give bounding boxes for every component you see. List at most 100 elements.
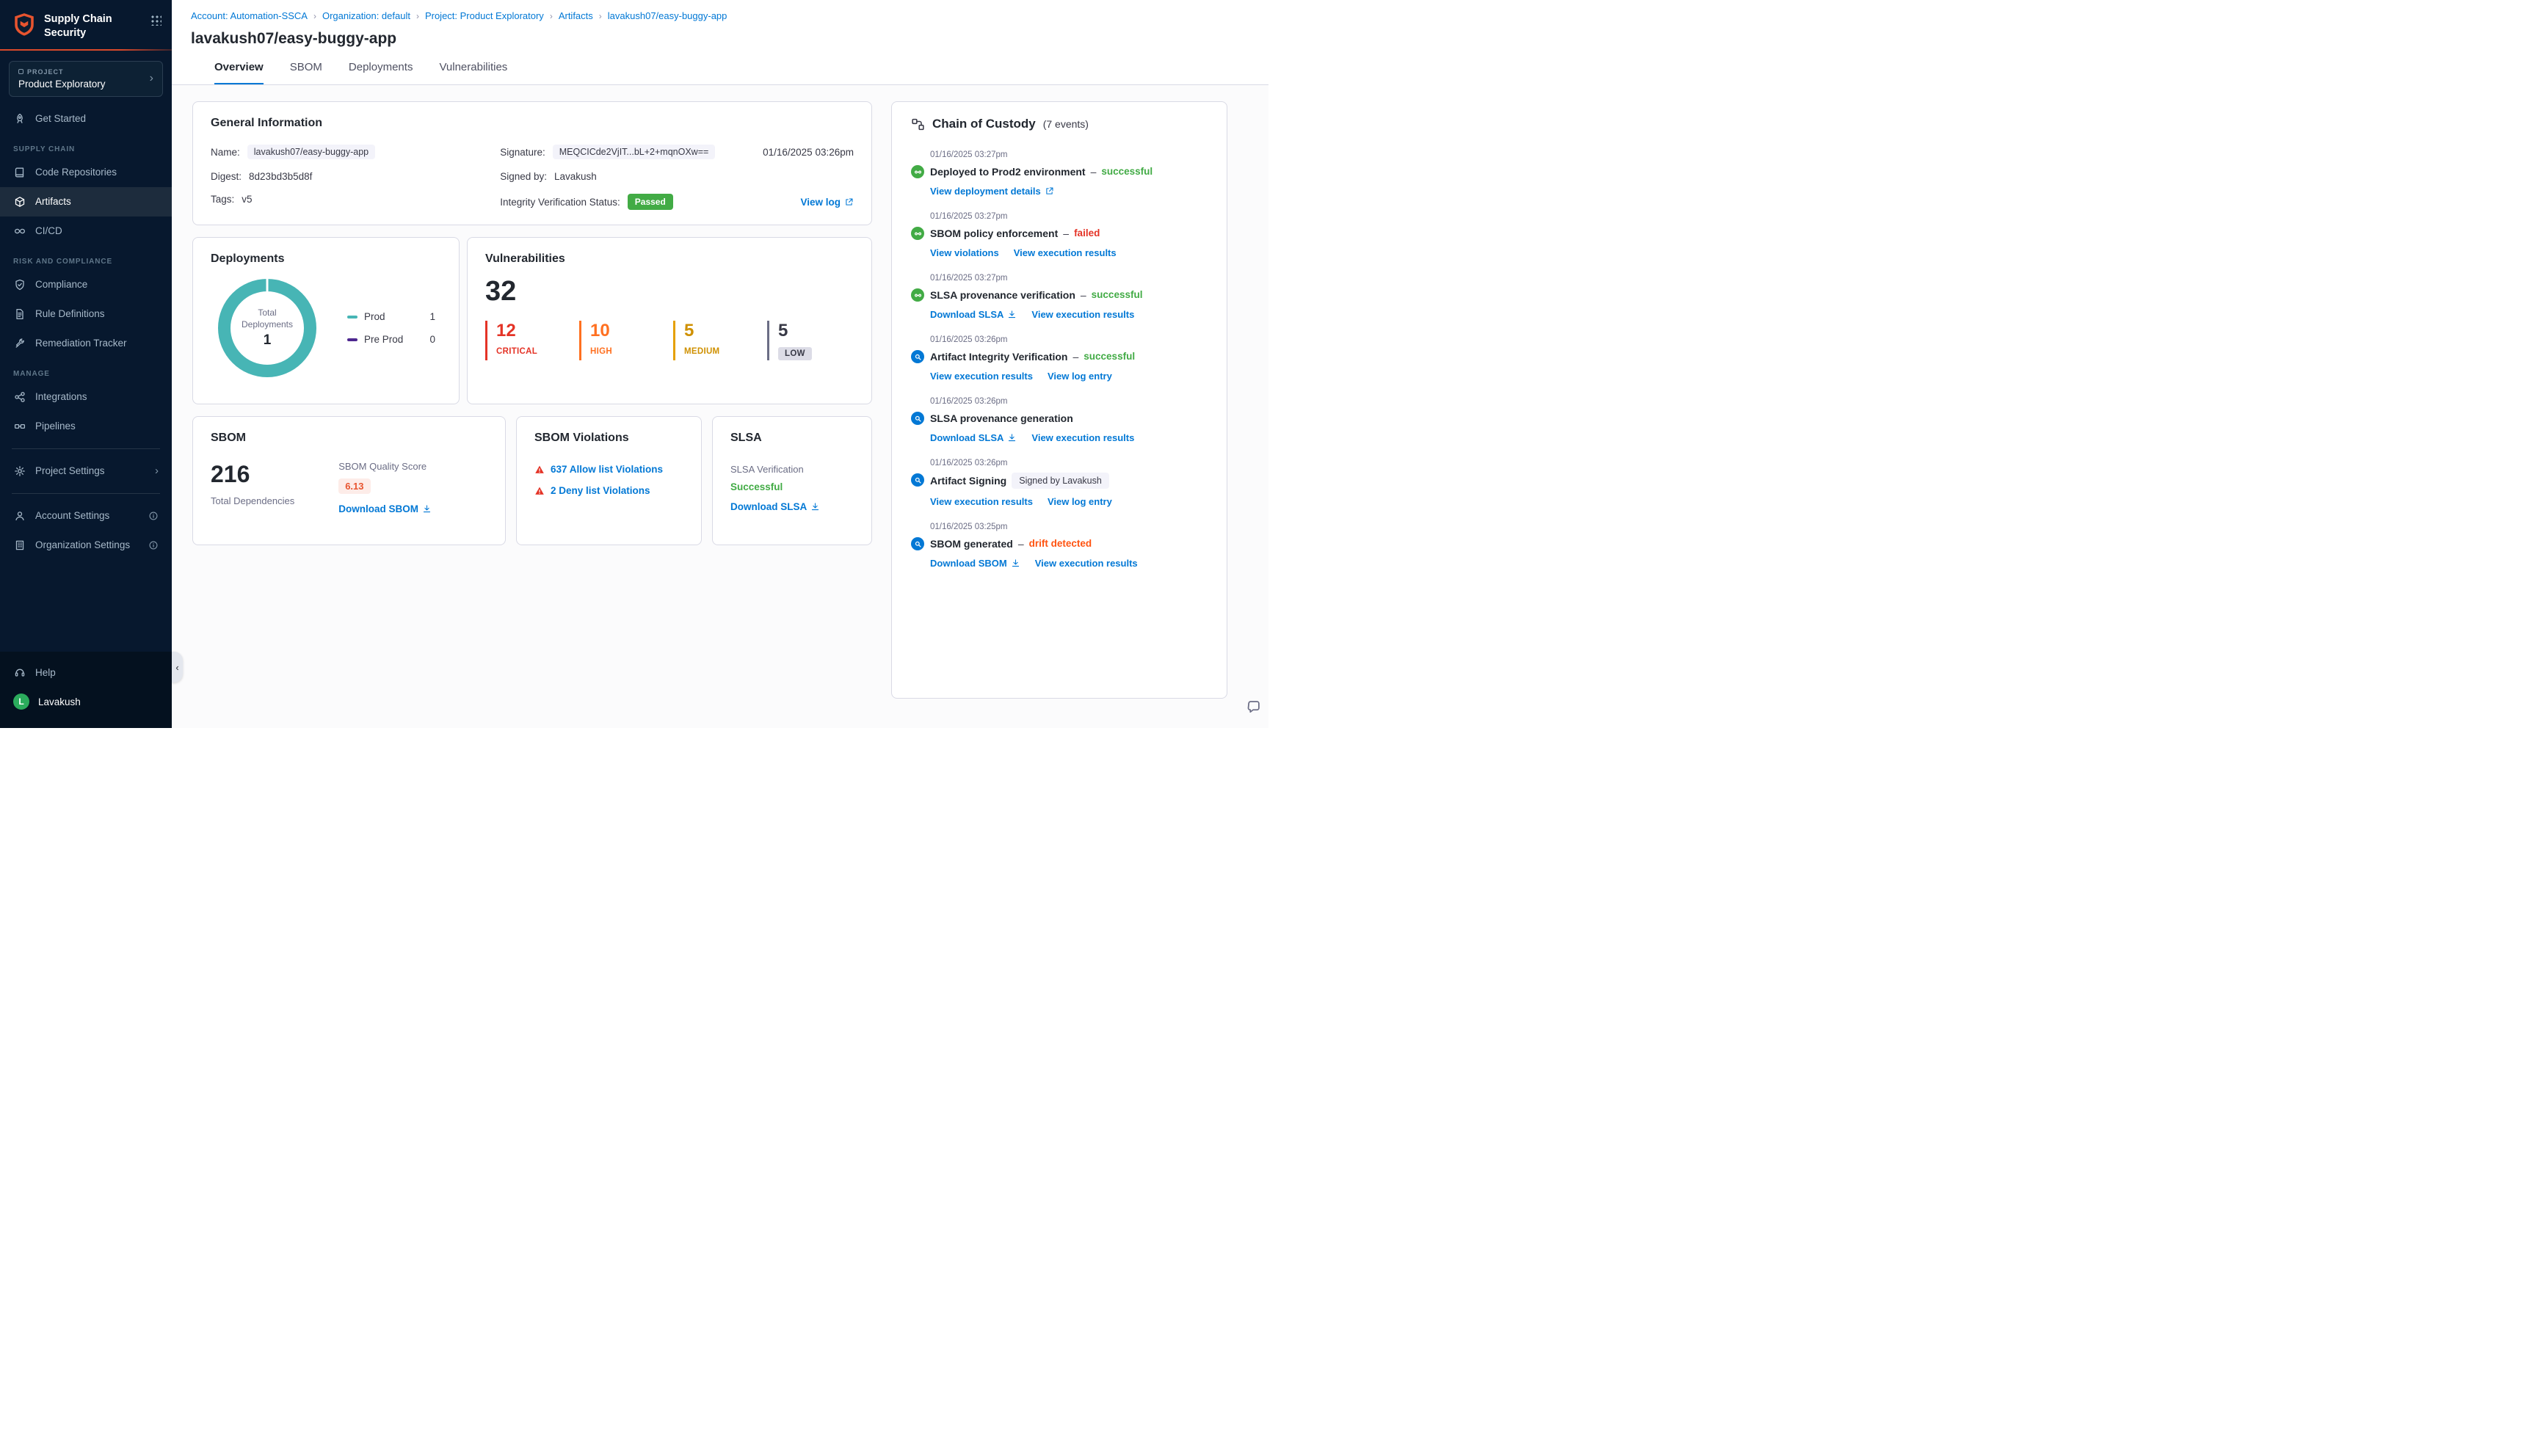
sidebar-item-compliance[interactable]: Compliance xyxy=(0,270,172,299)
sidebar-item-rule-definitions[interactable]: Rule Definitions xyxy=(0,299,172,329)
signature-value: MEQCICde2VjIT...bL+2+mqnOXw== xyxy=(552,145,716,159)
sidebar-item-label: Compliance xyxy=(35,279,88,291)
breadcrumb-organization[interactable]: Organization: default xyxy=(322,10,410,21)
view-execution-results-link[interactable]: View execution results xyxy=(1035,558,1138,569)
view-execution-results-link[interactable]: View execution results xyxy=(1031,432,1134,443)
pipeline-step-icon xyxy=(911,165,924,178)
chain-of-custody-icon xyxy=(911,117,925,131)
view-deployment-details-link[interactable]: View deployment details xyxy=(930,186,1054,197)
user-menu[interactable]: L Lavakush xyxy=(0,687,172,716)
sbom-violations-card: SBOM Violations 637 Allow list Violation… xyxy=(516,416,702,545)
breadcrumb-separator-icon: › xyxy=(415,10,419,21)
custody-event: 01/16/2025 03:26pm SLSA provenance gener… xyxy=(911,397,1208,443)
chevron-right-icon: › xyxy=(149,72,153,85)
event-timestamp: 01/16/2025 03:27pm xyxy=(930,274,1008,283)
allow-list-violations-link[interactable]: 637 Allow list Violations xyxy=(551,464,663,475)
info-icon xyxy=(148,511,159,521)
sidebar-item-cicd[interactable]: CI/CD xyxy=(0,216,172,246)
warning-icon xyxy=(534,486,545,496)
left-column: General Information Name: lavakush07/eas… xyxy=(192,101,872,713)
tab-bar: Overview SBOM Deployments Vulnerabilitie… xyxy=(214,61,1248,84)
link-label: Download SBOM xyxy=(930,558,1007,569)
sidebar-item-remediation-tracker[interactable]: Remediation Tracker xyxy=(0,329,172,358)
breadcrumb-current[interactable]: lavakush07/easy-buggy-app xyxy=(608,10,727,21)
sidebar-item-artifacts[interactable]: Artifacts xyxy=(0,186,172,216)
download-slsa-link[interactable]: Download SLSA xyxy=(930,432,1017,443)
module-switcher-icon[interactable] xyxy=(150,15,161,26)
avatar: L xyxy=(13,694,29,710)
custody-event: 01/16/2025 03:26pm Artifact Signing Sign… xyxy=(911,459,1208,507)
signed-by-chip: Signed by Lavakush xyxy=(1012,473,1109,489)
legend-swatch-prod xyxy=(347,315,357,318)
view-log-entry-link[interactable]: View log entry xyxy=(1048,496,1112,507)
deny-list-violations-link[interactable]: 2 Deny list Violations xyxy=(551,485,650,496)
custody-timeline: 01/16/2025 03:27pm Deployed to Prod2 env… xyxy=(911,150,1208,569)
link-label: Download SLSA xyxy=(930,432,1004,443)
project-selector[interactable]: PROJECT Product Exploratory › xyxy=(9,60,163,97)
tab-sbom[interactable]: SBOM xyxy=(290,61,322,84)
download-slsa-link[interactable]: Download SLSA xyxy=(730,501,820,512)
divider xyxy=(12,492,160,494)
legend-label: Pre Prod xyxy=(364,334,404,345)
sbom-card: SBOM 216 Total Dependencies SBOM Quality… xyxy=(192,416,506,545)
allow-list-violations-row: 637 Allow list Violations xyxy=(534,464,683,475)
sidebar-item-account-settings[interactable]: Account Settings xyxy=(0,501,172,531)
severity-label: LOW xyxy=(778,347,812,360)
severity-critical: 12 CRITICAL xyxy=(485,321,542,360)
sidebar-item-pipelines[interactable]: Pipelines xyxy=(0,412,172,441)
chain-events-count: (7 events) xyxy=(1042,118,1089,130)
status-badge: Passed xyxy=(627,194,673,210)
view-log-entry-link[interactable]: View log entry xyxy=(1048,371,1112,382)
sidebar-collapse-toggle[interactable]: ‹ xyxy=(172,652,183,682)
sidebar-item-label: Get Started xyxy=(35,113,87,125)
event-timestamp: 01/16/2025 03:25pm xyxy=(930,523,1008,531)
sidebar-item-help[interactable]: Help xyxy=(0,658,172,687)
scan-step-icon xyxy=(911,473,924,487)
breadcrumb-project[interactable]: Project: Product Exploratory xyxy=(425,10,544,21)
event-title: SBOM policy enforcement xyxy=(930,227,1059,239)
view-execution-results-link[interactable]: View execution results xyxy=(930,371,1033,382)
rocket-icon xyxy=(13,112,26,125)
donut-center-label: Deployments xyxy=(241,319,294,330)
event-status: failed xyxy=(1074,228,1100,239)
severity-medium: 5 MEDIUM xyxy=(673,321,730,360)
sbom-quality-label: SBOM Quality Score xyxy=(338,461,427,472)
help-chat-icon[interactable] xyxy=(1246,699,1261,718)
tab-deployments[interactable]: Deployments xyxy=(349,61,413,84)
signed-by-label: Signed by: xyxy=(500,171,547,182)
download-sbom-link[interactable]: Download SBOM xyxy=(338,503,432,514)
sidebar-item-label: Help xyxy=(35,666,56,678)
view-log-link[interactable]: View log xyxy=(800,197,854,208)
sidebar-item-project-settings[interactable]: Project Settings › xyxy=(0,456,172,486)
sidebar-item-organization-settings[interactable]: Organization Settings xyxy=(0,531,172,560)
sidebar-item-integrations[interactable]: Integrations xyxy=(0,382,172,412)
view-execution-results-link[interactable]: View execution results xyxy=(1031,309,1134,320)
breadcrumb-artifacts[interactable]: Artifacts xyxy=(559,10,593,21)
sidebar-item-label: Remediation Tracker xyxy=(35,338,127,349)
pipeline-step-icon xyxy=(911,288,924,302)
dash: – xyxy=(1063,227,1070,239)
donut-total-value: 1 xyxy=(263,332,272,348)
severity-low: 5 LOW xyxy=(767,321,824,360)
slsa-verification-label: SLSA Verification xyxy=(730,464,804,475)
link-label: Download SLSA xyxy=(930,309,1004,320)
signature-date: 01/16/2025 03:26pm xyxy=(763,146,854,158)
download-sbom-link[interactable]: Download SBOM xyxy=(930,558,1020,569)
view-execution-results-link[interactable]: View execution results xyxy=(1014,247,1117,258)
project-eyebrow-label: PROJECT xyxy=(27,68,64,76)
project-eyebrow: PROJECT xyxy=(18,68,106,76)
deployments-donut-chart: Total Deployments 1 xyxy=(218,279,316,377)
legend-item-pre-prod: Pre Prod 0 xyxy=(347,334,435,345)
view-violations-link[interactable]: View violations xyxy=(930,247,999,258)
severity-count: 5 xyxy=(684,321,694,341)
legend-label: Prod xyxy=(364,311,385,322)
tab-vulnerabilities[interactable]: Vulnerabilities xyxy=(439,61,507,84)
view-execution-results-link[interactable]: View execution results xyxy=(930,496,1033,507)
card-title: SLSA xyxy=(730,432,762,444)
download-slsa-link[interactable]: Download SLSA xyxy=(930,309,1017,320)
breadcrumb-account[interactable]: Account: Automation-SSCA xyxy=(191,10,308,21)
sidebar-item-get-started[interactable]: Get Started xyxy=(0,104,172,134)
sidebar-item-code-repositories[interactable]: Code Repositories xyxy=(0,158,172,187)
tab-overview[interactable]: Overview xyxy=(214,61,264,84)
content: General Information Name: lavakush07/eas… xyxy=(172,85,1268,728)
